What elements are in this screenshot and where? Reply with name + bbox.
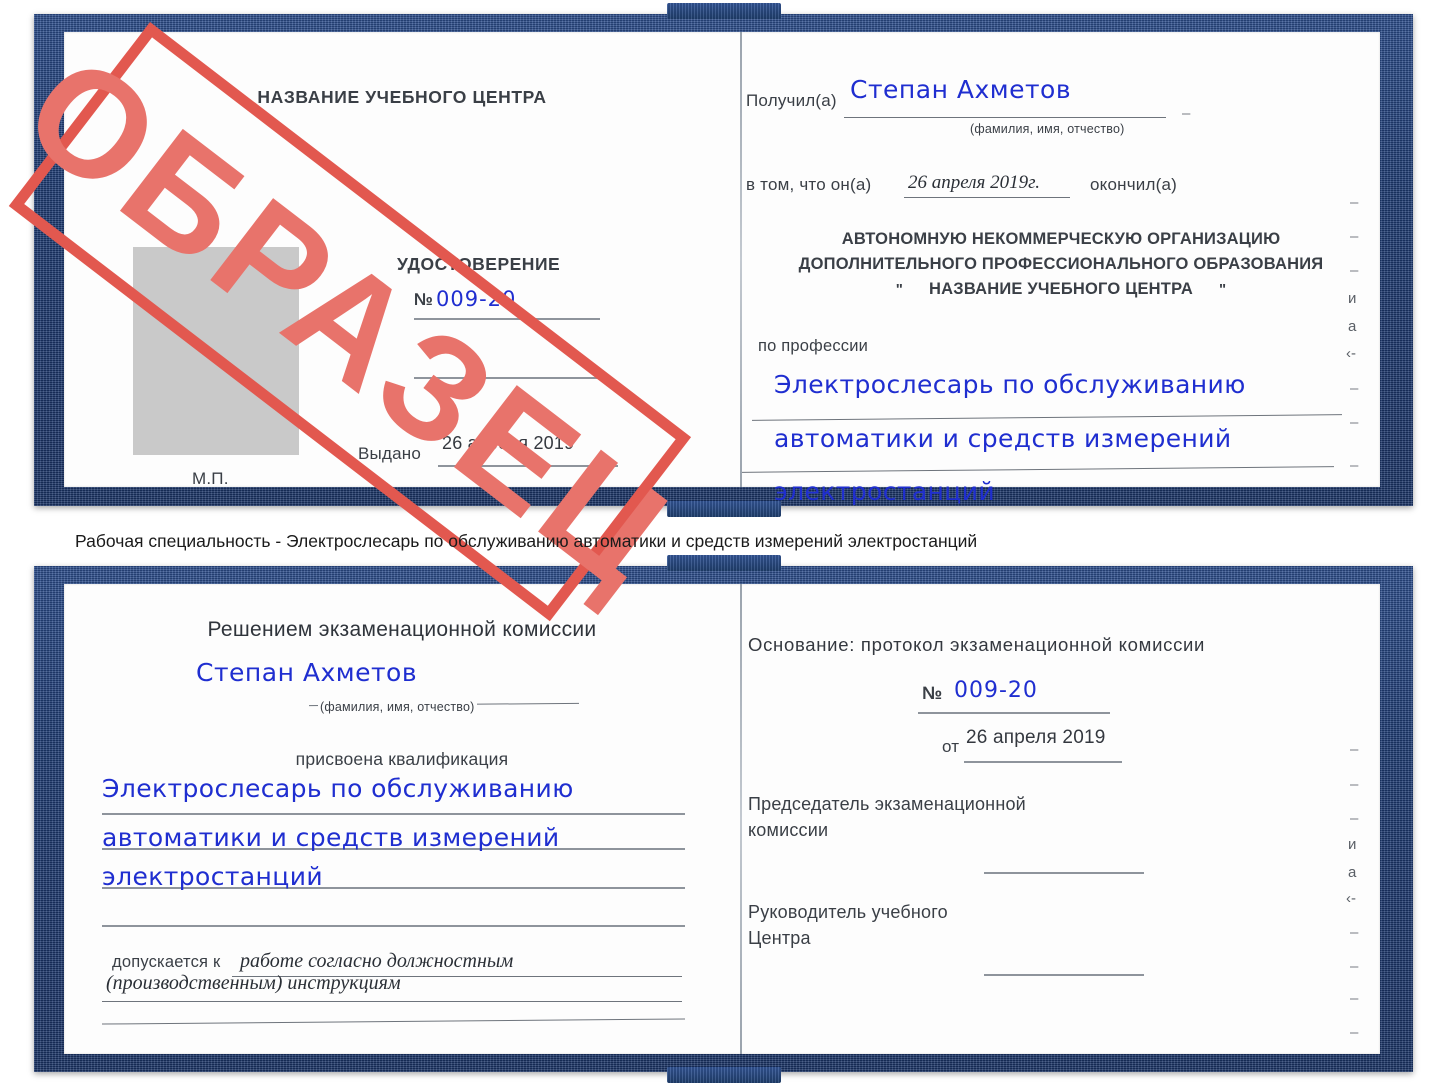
protocol-number-rule: [918, 712, 1110, 714]
margin-fragment: –: [1350, 262, 1359, 279]
protocol-from-rule: [964, 761, 1122, 763]
profession-rule-1: [752, 414, 1342, 421]
profession-label: по профессии: [758, 337, 869, 355]
basis-label: Основание: протокол экзаменационной коми…: [748, 634, 1206, 655]
profession-value-line-2: автоматики и средств измерений: [774, 424, 1232, 453]
number-rule: [414, 318, 600, 320]
received-name-value: Степан Ахметов: [850, 75, 1072, 104]
certificate-bottom-left-page: Решением экзаменационной комиссии Степан…: [64, 584, 740, 1054]
received-label: Получил(а): [746, 91, 837, 110]
margin-fragment: –: [1350, 741, 1359, 758]
margin-fragment: ‹-: [1346, 345, 1356, 362]
margin-fragment: –: [1350, 228, 1359, 245]
cover-notch-bottom: [666, 501, 781, 517]
finished-label: окончил(а): [1090, 175, 1177, 194]
chairman-label-line-2: комиссии: [748, 820, 829, 840]
admitted-rule-3: [102, 1018, 685, 1025]
student-name-value: Степан Ахметов: [196, 658, 418, 687]
chairman-signature-rule: [984, 872, 1144, 874]
margin-fragment: –: [1350, 414, 1359, 431]
seal-label: М.П.: [192, 469, 229, 488]
certificate-top-cover: НАЗВАНИЕ УЧЕБНОГО ЦЕНТРА УДОСТОВЕРЕНИЕ №…: [0, 3, 1413, 622]
blank-rule-1: [414, 377, 610, 379]
organization-line-1: АВТОНОМНУЮ НЕКОММЕРЧЕСКУЮ ОРГАНИЗАЦИЮ: [841, 230, 1281, 248]
issued-date-value: 26 апреля 2019: [442, 433, 575, 453]
margin-fragment: ‹-: [1346, 890, 1356, 907]
name-hint: (фамилия, имя, отчество): [318, 700, 477, 714]
margin-fragment: –: [1350, 924, 1359, 941]
certificate-bottom-right-page: Основание: протокол экзаменационной коми…: [742, 584, 1380, 1054]
profession-rule-2: [742, 466, 1334, 473]
issued-date-rule: [438, 465, 618, 467]
margin-fragment: –: [1350, 194, 1359, 211]
qualification-rule-4: [102, 925, 685, 927]
admitted-value-line-2: (производственным) инструкциям: [106, 972, 401, 994]
image-caption: Рабочая специальность - Электрослесарь п…: [75, 531, 978, 551]
decision-label: Решением экзаменационной комиссии: [207, 618, 597, 641]
cover-notch-top: [666, 3, 781, 19]
organization-line-2: ДОПОЛНИТЕЛЬНОГО ПРОФЕССИОНАЛЬНОГО ОБРАЗО…: [798, 255, 1324, 273]
issued-label: Выдано: [358, 444, 421, 463]
certificate-number-value: 009-20: [436, 287, 517, 311]
training-center-title: НАЗВАНИЕ УЧЕБНОГО ЦЕНТРА: [257, 87, 547, 107]
completion-label: в том, что он(а): [746, 175, 872, 194]
protocol-from-date: 26 апреля 2019: [966, 727, 1106, 748]
certificate-bottom-pages: Решением экзаменационной комиссии Степан…: [64, 584, 1380, 1054]
margin-fragment: –: [1350, 457, 1359, 474]
margin-fragment: –: [1182, 105, 1191, 122]
photo-placeholder: [133, 247, 299, 455]
qualification-value-line-3: электростанций: [102, 862, 323, 891]
number-label: №: [414, 290, 434, 309]
head-signature-rule: [984, 974, 1144, 976]
cover-notch-bottom: [666, 1067, 781, 1083]
margin-fragment: –: [1350, 810, 1359, 827]
margin-fragment: –: [1350, 958, 1359, 975]
qualification-label: присвоена квалификация: [295, 749, 509, 769]
margin-fragment: а: [1348, 318, 1357, 335]
qualification-value-line-1: Электрослесарь по обслуживанию: [102, 774, 574, 803]
quote-close: ": [1218, 281, 1227, 298]
protocol-number-label: №: [922, 683, 943, 703]
margin-fragment: и: [1348, 290, 1357, 307]
admitted-label: допускается к: [112, 953, 221, 971]
admitted-value-line-1: работе согласно должностным: [240, 950, 514, 972]
certificate-top-left-page: НАЗВАНИЕ УЧЕБНОГО ЦЕНТРА УДОСТОВЕРЕНИЕ №…: [64, 32, 740, 488]
completion-date-value: 26 апреля 2019г.: [908, 172, 1040, 193]
certificate-top-pages: НАЗВАНИЕ УЧЕБНОГО ЦЕНТРА УДОСТОВЕРЕНИЕ №…: [0, 22, 1380, 622]
margin-fragment: –: [1350, 990, 1359, 1007]
quote-open: ": [895, 281, 904, 298]
head-label-line-2: Центра: [748, 928, 811, 948]
margin-fragment: а: [1348, 864, 1357, 881]
certificate-bottom-cover: Решением экзаменационной комиссии Степан…: [34, 555, 1413, 1083]
name-hint: (фамилия, имя, отчество): [970, 122, 1125, 136]
organization-line-3: НАЗВАНИЕ УЧЕБНОГО ЦЕНТРА: [929, 280, 1193, 298]
margin-fragment: –: [1350, 1024, 1359, 1041]
received-name-rule: [844, 117, 1166, 118]
protocol-number-value: 009-20: [954, 678, 1038, 703]
admitted-rule-2: [102, 1001, 682, 1002]
qualification-value-line-2: автоматики и средств измерений: [102, 823, 560, 852]
head-label-line-1: Руководитель учебного: [748, 902, 948, 922]
chairman-label-line-1: Председатель экзаменационной: [748, 794, 1026, 814]
organization-line-3-row: " НАЗВАНИЕ УЧЕБНОГО ЦЕНТРА ": [896, 280, 1227, 299]
qualification-rule-1: [102, 813, 685, 815]
document-type-title: УДОСТОВЕРЕНИЕ: [397, 254, 561, 274]
completion-date-rule: [904, 197, 1070, 198]
profession-value-line-1: Электрослесарь по обслуживанию: [774, 370, 1246, 399]
certificate-top-right-page: Получил(а) Степан Ахметов (фамилия, имя,…: [742, 32, 1380, 506]
margin-fragment: и: [1348, 836, 1357, 853]
cover-notch-top: [666, 555, 781, 571]
profession-value-line-3: электростанций: [774, 477, 995, 506]
protocol-from-label: от: [942, 737, 960, 756]
margin-fragment: –: [1350, 380, 1359, 397]
margin-fragment: –: [1350, 776, 1359, 793]
